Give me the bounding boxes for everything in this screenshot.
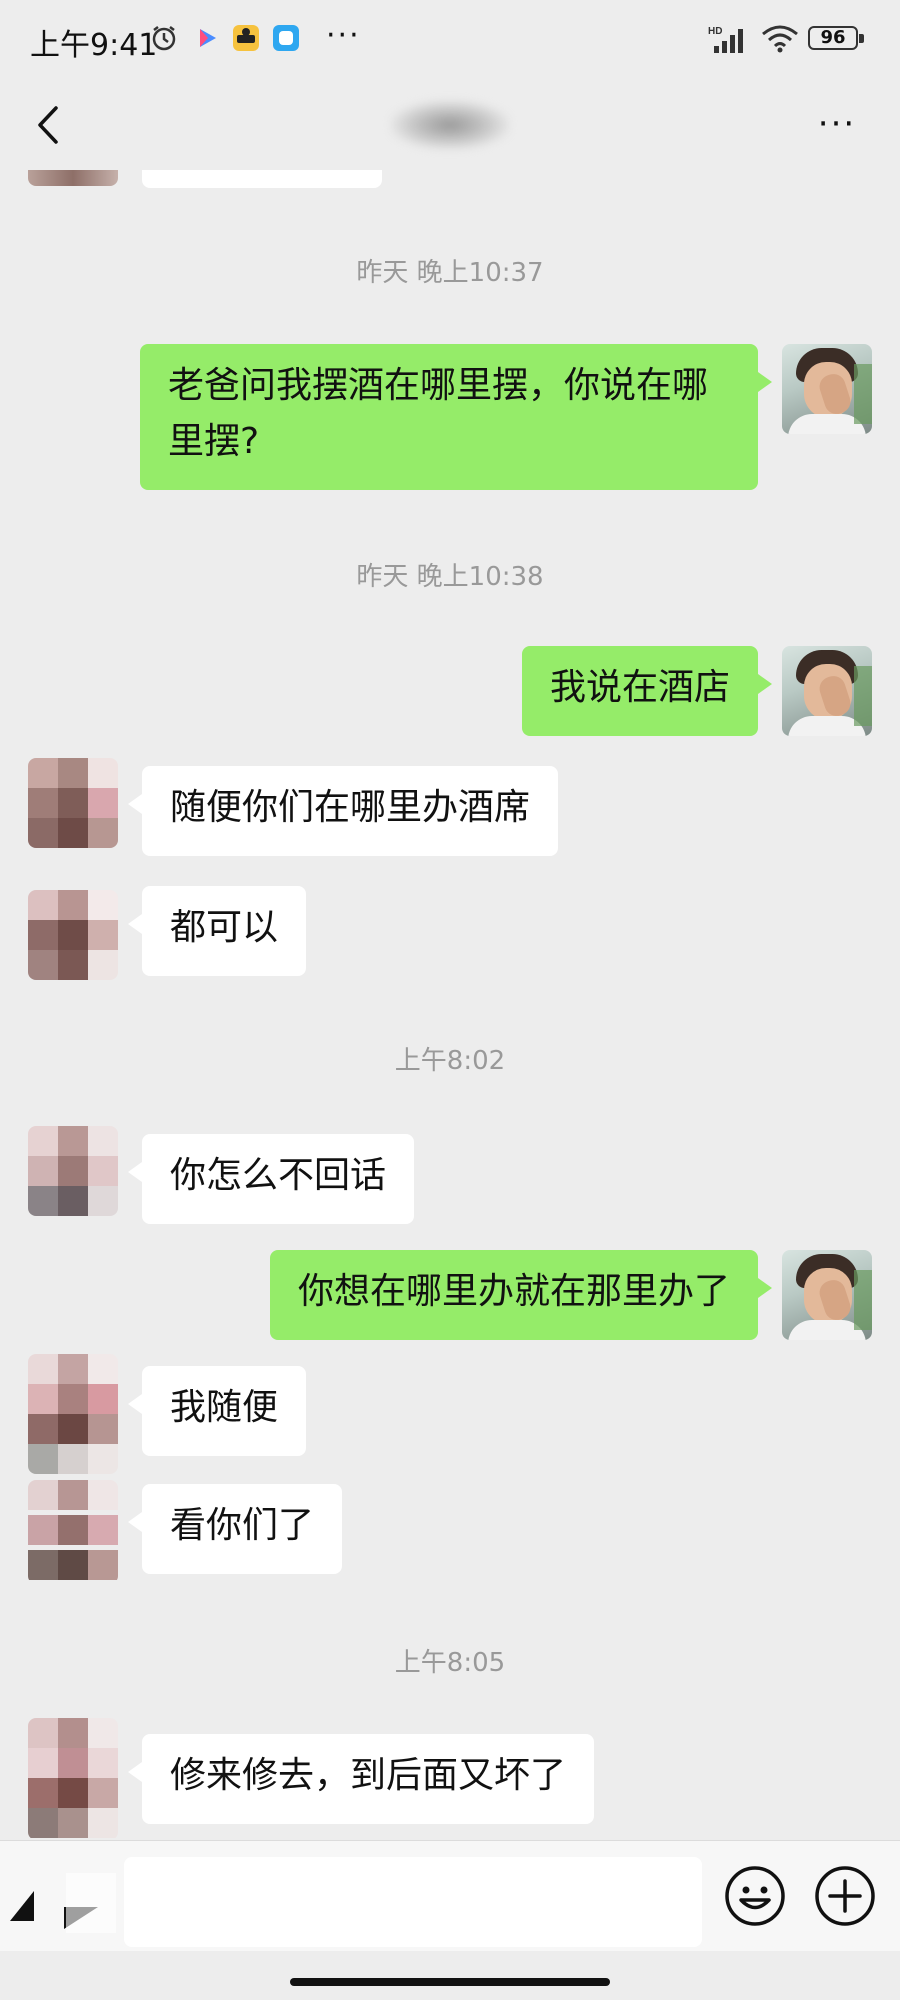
status-time: 上午9:41	[30, 28, 158, 63]
avatar-contact[interactable]	[28, 890, 118, 980]
avatar-contact[interactable]	[28, 1126, 118, 1216]
timestamp: 上午8:05	[394, 1648, 506, 1678]
timestamp: 上午8:02	[394, 1046, 506, 1076]
message-bubble-contact[interactable]: 看你们了	[127, 1484, 343, 1574]
chat-input-bar	[0, 1840, 900, 1951]
message-input[interactable]	[124, 1857, 702, 1947]
home-indicator[interactable]	[290, 1978, 610, 1986]
message-bubble-me[interactable]: 老爸问我摆酒在哪里摆，你说在哪里摆?	[140, 344, 772, 490]
timestamp: 昨天 晚上10:37	[356, 258, 544, 288]
avatar[interactable]	[28, 170, 118, 186]
avatar-contact[interactable]	[28, 1354, 118, 1474]
emoji-icon[interactable]	[724, 1865, 786, 1927]
message-bubble-contact[interactable]: 随便你们在哪里办酒席	[127, 766, 559, 856]
message-bubble-contact[interactable]: 我随便	[127, 1366, 307, 1456]
alarm-icon	[152, 26, 176, 51]
signal-icon: HD	[708, 26, 743, 53]
chat-more-button[interactable]: ···	[812, 102, 862, 146]
battery-level: 96	[820, 27, 846, 48]
avatar-me[interactable]	[782, 1250, 872, 1340]
chat-header: ···	[0, 80, 900, 170]
message-bubble-contact[interactable]: 都可以	[127, 886, 307, 976]
avatar-contact[interactable]	[28, 758, 118, 848]
message-bubble-me[interactable]: 我说在酒店	[521, 646, 773, 736]
message-bubble-me[interactable]: 你想在哪里办就在那里办了	[269, 1250, 773, 1340]
video-app-icon	[200, 29, 216, 47]
battery-icon: 96	[808, 26, 866, 52]
game-app-icon	[233, 25, 259, 51]
timestamp: 昨天 晚上10:38	[356, 562, 544, 592]
message-bubble-contact[interactable]: 修来修去，到后面又坏了	[127, 1734, 595, 1824]
status-more-dots: ···	[326, 18, 361, 53]
avatar-contact[interactable]	[28, 1718, 118, 1840]
contact-name-blurred	[390, 100, 510, 150]
svg-text:HD: HD	[708, 26, 722, 37]
message-app-icon	[273, 25, 299, 51]
message-bubble-partial	[142, 170, 382, 188]
avatar-contact[interactable]	[28, 1480, 118, 1584]
message-list[interactable]: 昨天 晚上10:37 老爸问我摆酒在哪里摆，你说在哪里摆? 昨天 晚上10:38…	[0, 170, 900, 1840]
avatar-me[interactable]	[782, 646, 872, 736]
plus-circle-icon[interactable]	[814, 1865, 876, 1927]
wifi-icon	[762, 25, 798, 53]
avatar-me[interactable]	[782, 344, 872, 434]
message-bubble-contact[interactable]: 你怎么不回话	[127, 1134, 415, 1224]
back-button[interactable]	[28, 98, 68, 152]
status-bar: 上午9:41 ··· HD 96	[0, 0, 900, 80]
voice-toggle-icon[interactable]	[6, 1861, 116, 1941]
